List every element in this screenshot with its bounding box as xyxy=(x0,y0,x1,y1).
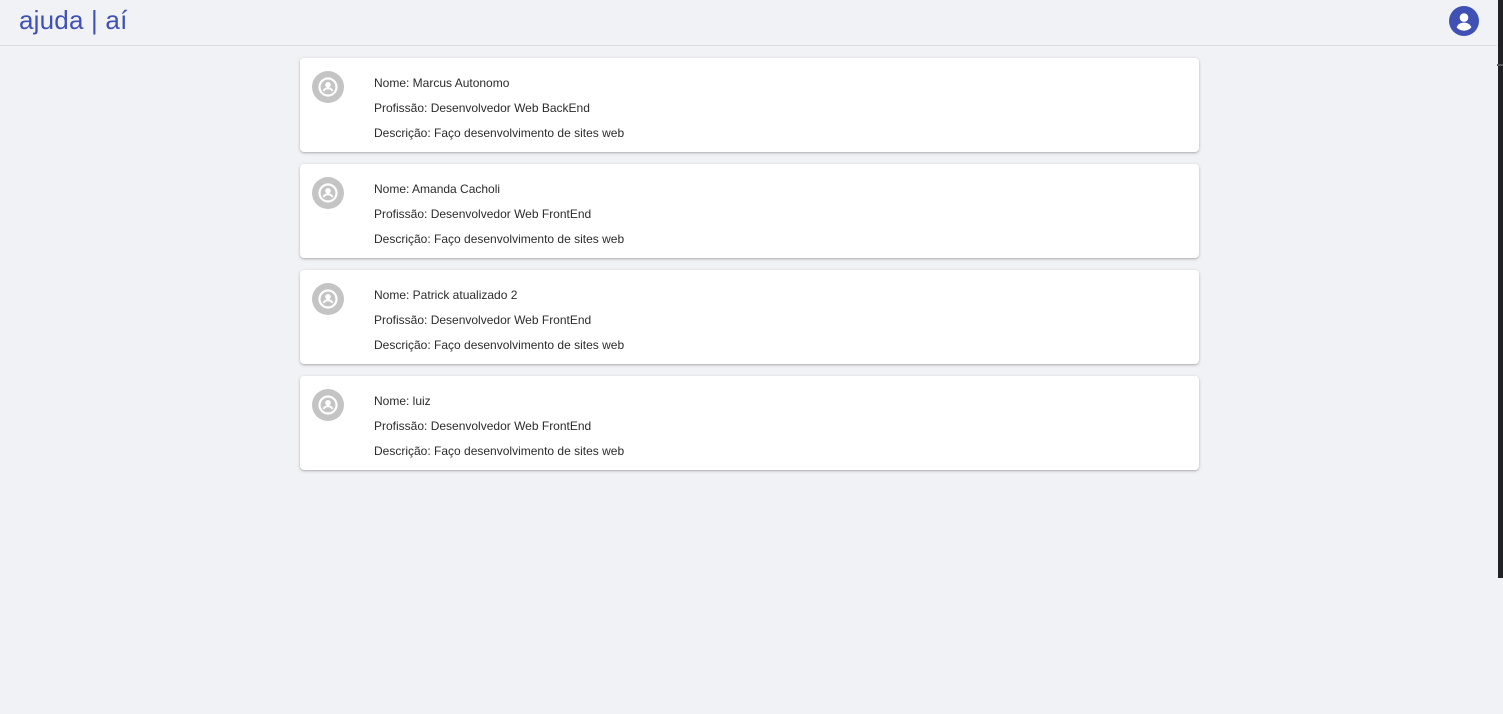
person-circle-icon xyxy=(312,389,344,421)
profile-profession: Profissão: Desenvolvedor Web FrontEnd xyxy=(374,207,592,221)
profile-description: Descrição: Faço desenvolvimento de sites… xyxy=(374,444,625,458)
account-circle-icon xyxy=(1449,6,1479,36)
profile-card[interactable]: Nome: Amanda Cacholi Profissão: Desenvol… xyxy=(300,164,1199,258)
account-button[interactable] xyxy=(1449,6,1479,36)
top-app-bar: ajuda | aí xyxy=(0,0,1497,46)
profile-list: Nome: Marcus Autonomo Profissão: Desenvo… xyxy=(300,58,1199,482)
person-circle-icon xyxy=(312,283,344,315)
profile-profession: Profissão: Desenvolvedor Web BackEnd xyxy=(374,101,590,115)
person-circle-icon xyxy=(312,177,344,209)
scrollbar-thumb[interactable] xyxy=(1498,0,1503,578)
profile-name: Nome: Marcus Autonomo xyxy=(374,76,510,90)
profile-profession: Profissão: Desenvolvedor Web FrontEnd xyxy=(374,313,592,327)
profile-card[interactable]: Nome: Marcus Autonomo Profissão: Desenvo… xyxy=(300,58,1199,152)
profile-name: Nome: Patrick atualizado 2 xyxy=(374,288,518,302)
brand-logo[interactable]: ajuda | aí xyxy=(19,4,128,36)
profile-profession: Profissão: Desenvolvedor Web FrontEnd xyxy=(374,419,592,433)
profile-name: Nome: Amanda Cacholi xyxy=(374,182,501,196)
scrollbar-notch xyxy=(1497,64,1503,66)
profile-description: Descrição: Faço desenvolvimento de sites… xyxy=(374,232,625,246)
profile-card[interactable]: Nome: luiz Profissão: Desenvolvedor Web … xyxy=(300,376,1199,470)
profile-card[interactable]: Nome: Patrick atualizado 2 Profissão: De… xyxy=(300,270,1199,364)
profile-name: Nome: luiz xyxy=(374,394,431,408)
person-circle-icon xyxy=(312,71,344,103)
profile-description: Descrição: Faço desenvolvimento de sites… xyxy=(374,338,625,352)
profile-description: Descrição: Faço desenvolvimento de sites… xyxy=(374,126,625,140)
